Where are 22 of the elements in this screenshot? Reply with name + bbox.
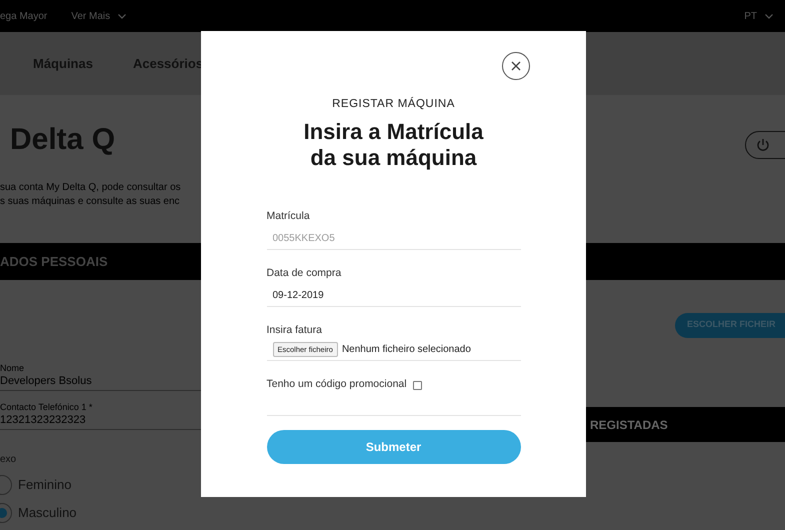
submit-button[interactable]: Submeter [266, 430, 520, 464]
page-title: Delta Q [10, 125, 116, 155]
close-icon [511, 61, 521, 71]
modal-title: da sua máquina [310, 145, 477, 172]
file-status: Nenhum ficheiro selecionado [342, 343, 471, 358]
field-label: Matrícula [266, 209, 311, 224]
checkbox[interactable] [412, 380, 422, 390]
intro-text: sua conta My Delta Q, pode consultar os [0, 181, 181, 195]
language-selector[interactable]: PT [744, 8, 773, 24]
top-link[interactable]: Ver Mais [71, 8, 126, 24]
modal-eyebrow: REGISTAR MÁQUINA [332, 96, 455, 112]
gender-option[interactable]: Masculino [0, 503, 260, 523]
promo-code-option[interactable]: Tenho um código promocional [266, 377, 520, 393]
top-link[interactable]: ega Mayor [0, 8, 48, 24]
modal-title: Insira a Matrícula [304, 119, 484, 146]
gender-option[interactable]: Feminino [0, 475, 260, 495]
close-button[interactable] [502, 52, 530, 80]
intro-text: s suas máquinas e consulte as suas enc [0, 195, 181, 209]
power-icon [756, 138, 770, 152]
field-label: Data de compra [266, 266, 342, 280]
field-label: Insira fatura [266, 323, 323, 338]
gender-label: exo [0, 453, 18, 467]
